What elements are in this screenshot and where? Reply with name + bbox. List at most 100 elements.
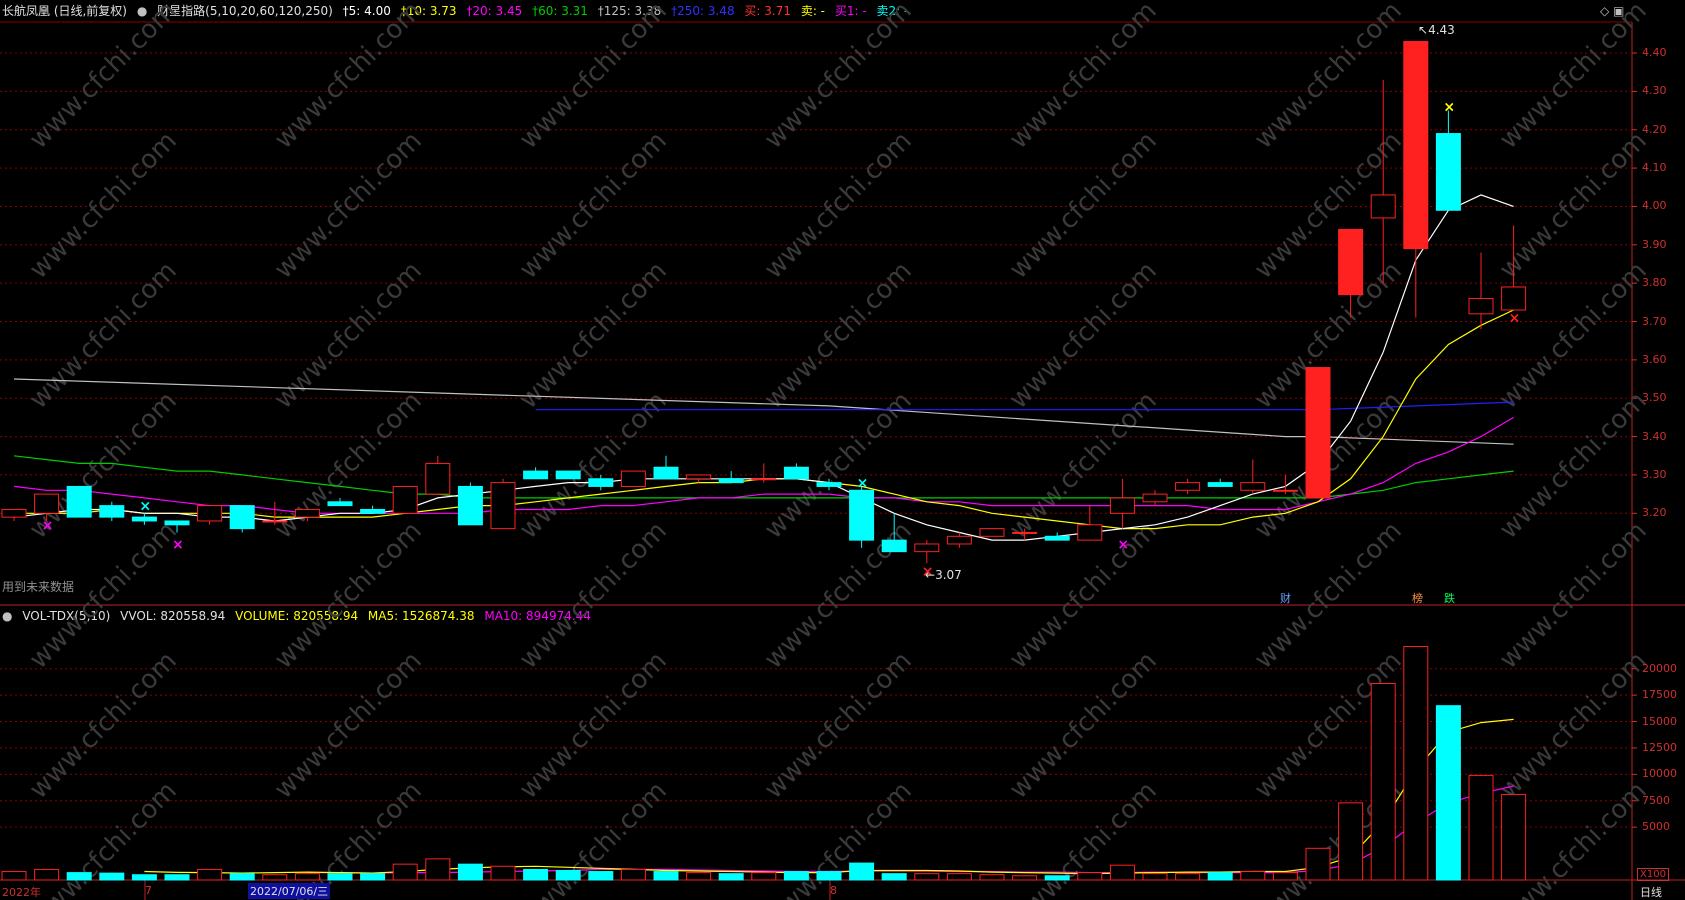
volume-bar [1012, 875, 1038, 881]
candle-body [686, 474, 712, 480]
candle-body [1240, 482, 1266, 491]
candle-body [1044, 535, 1070, 541]
price-tick-label: 3.30 [1642, 467, 1667, 481]
volume-tick-label: 15000 [1642, 714, 1677, 728]
volume-tick-label: 5000 [1642, 820, 1670, 834]
candle-body [392, 485, 418, 514]
volume-bar [849, 862, 875, 881]
volume-bar [653, 871, 679, 881]
cursor-date-label: 2022/07/06/三 [248, 883, 331, 899]
candle-body [588, 478, 614, 487]
candle-body [131, 516, 157, 522]
volume-bar [1240, 871, 1266, 881]
period-label[interactable]: 日线 [1640, 884, 1662, 900]
signal-cross-marker: × [857, 476, 869, 492]
candle-body [718, 478, 744, 484]
volume-bar [686, 872, 712, 881]
candle-body [1338, 228, 1364, 296]
candle-body [979, 528, 1005, 537]
high-annotation: ↖4.43 [1418, 23, 1455, 37]
volume-bar [620, 868, 646, 881]
volume-bar [1142, 873, 1168, 881]
candle-body [1370, 194, 1396, 219]
volume-bar [327, 873, 353, 881]
candle-body [816, 482, 842, 487]
signal-cross-marker: × [1443, 100, 1455, 116]
candle-body [1077, 524, 1103, 541]
volume-unit-label: X100 [1637, 868, 1669, 881]
volume-bar [99, 872, 125, 881]
volume-bar [294, 873, 320, 881]
volume-bar [425, 858, 451, 881]
volume-bar [523, 868, 549, 881]
candle-body [1012, 531, 1038, 534]
candle-body [1501, 286, 1527, 311]
candle-body [751, 478, 777, 481]
volume-bar [1403, 646, 1429, 881]
price-tick-label: 3.70 [1642, 314, 1667, 328]
volume-tick-label: 7500 [1642, 793, 1670, 807]
volume-bar [1305, 847, 1331, 881]
price-tick-label: 4.30 [1642, 84, 1667, 98]
candle-body [555, 470, 581, 480]
volume-bar [979, 874, 1005, 881]
volume-bar [490, 865, 516, 881]
event-marker-bang[interactable]: 榜 [1412, 590, 1423, 606]
candle-body [849, 489, 875, 541]
volume-bar [34, 868, 60, 881]
price-tick-label: 3.90 [1642, 237, 1667, 251]
candle-body [1207, 482, 1233, 487]
signal-cross-marker: × [1117, 537, 1129, 553]
candle-body [1305, 367, 1331, 499]
volume-bar [588, 871, 614, 881]
price-tick-label: 4.00 [1642, 199, 1667, 213]
volume-bar [262, 874, 288, 881]
candle-body [425, 462, 451, 495]
price-tick-label: 3.80 [1642, 276, 1667, 290]
candle-body [229, 505, 255, 530]
volume-tick-label: 10000 [1642, 767, 1677, 781]
candle-body [164, 520, 190, 526]
volume-bar [197, 868, 223, 881]
volume-bar [1077, 872, 1103, 881]
candle-body [1272, 489, 1298, 492]
signal-cross-marker: × [42, 518, 54, 534]
candle-body [523, 470, 549, 480]
volume-tick-label: 17500 [1642, 688, 1677, 702]
candlestick-chart-window: 长航凤凰 (日线,前复权) ● 财星指路(5,10,20,60,120,250)… [0, 0, 1685, 900]
year-label: 2022年 [2, 886, 41, 899]
price-tick-label: 3.40 [1642, 429, 1667, 443]
signal-cross-marker: × [1509, 311, 1521, 327]
candle-body [1109, 497, 1135, 514]
candle-body [360, 508, 386, 514]
volume-bar [1338, 802, 1364, 881]
volume-bar [783, 871, 809, 881]
month-8-label: 8 [830, 884, 837, 897]
candle-body [946, 535, 972, 545]
volume-bar [1175, 873, 1201, 881]
candle-body [34, 493, 60, 514]
volume-bar [751, 872, 777, 881]
signal-cross-marker: × [139, 499, 151, 515]
price-tick-label: 3.20 [1642, 506, 1667, 520]
candle-body [197, 505, 223, 522]
signal-cross-marker: × [172, 537, 184, 553]
price-tick-label: 3.50 [1642, 391, 1667, 405]
volume-tick-label: 12500 [1642, 740, 1677, 754]
low-annotation: ←3.07 [925, 568, 962, 582]
candle-body [490, 482, 516, 530]
month-7-label: 7 [145, 884, 152, 897]
volume-bar [229, 873, 255, 881]
volume-bar [457, 863, 483, 881]
candle-body [783, 466, 809, 480]
candle-body [1175, 482, 1201, 491]
volume-bar [1370, 682, 1396, 881]
price-tick-label: 3.60 [1642, 352, 1667, 366]
candle-body [294, 508, 320, 518]
event-marker-cai[interactable]: 财 [1280, 590, 1291, 606]
candle-body [66, 485, 92, 518]
candle-body [1403, 41, 1429, 250]
volume-bar [1207, 872, 1233, 881]
event-marker-die[interactable]: 跌 [1444, 590, 1455, 606]
chart-canvas[interactable]: www.cfchi.com www.cfchi.com www.cfchi.com w… [0, 0, 1685, 900]
